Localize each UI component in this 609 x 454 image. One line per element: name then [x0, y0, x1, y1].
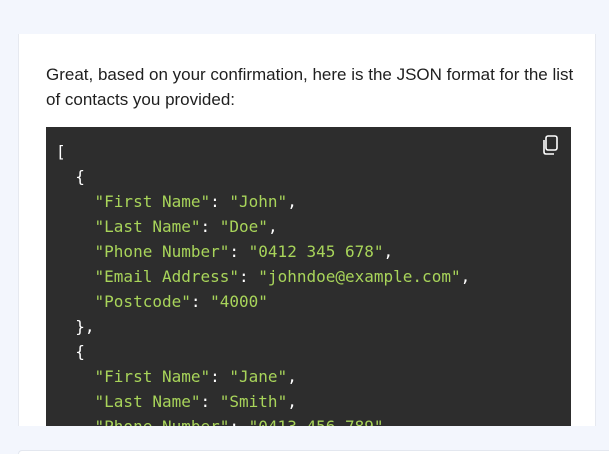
json-key: "Last Name": [94, 392, 201, 411]
json-punctuation: :: [200, 217, 220, 236]
json-punctuation: :: [229, 242, 249, 261]
json-punctuation: ,: [287, 367, 297, 386]
json-punctuation: [56, 417, 95, 426]
json-punctuation: :: [190, 292, 211, 311]
json-punctuation: [56, 192, 95, 211]
json-punctuation: [56, 392, 95, 411]
json-punctuation: ,: [267, 217, 278, 236]
json-punctuation: :: [210, 192, 230, 211]
message-intro-text: Great, based on your confirmation, here …: [46, 65, 574, 109]
json-punctuation: [56, 292, 95, 311]
json-punctuation: :: [200, 392, 220, 411]
code-content: [ { "First Name": "John", "Last Name": "…: [56, 139, 470, 426]
code-line: [: [56, 139, 470, 164]
json-key: "Phone Number": [94, 242, 230, 261]
assistant-message: Great, based on your confirmation, here …: [18, 34, 596, 426]
json-string: "0413 456 789": [249, 417, 384, 426]
json-key: "Email Address": [94, 267, 240, 286]
json-punctuation: {: [56, 342, 85, 361]
code-line: "Email Address": "johndoe@example.com",: [56, 264, 471, 289]
code-line: "Phone Number": "0413 456 789",: [56, 414, 470, 426]
json-punctuation: ,: [460, 267, 471, 286]
json-key: "Phone Number": [95, 417, 230, 426]
json-key: "First Name": [94, 192, 211, 211]
json-punctuation: [56, 267, 95, 286]
json-punctuation: :: [239, 267, 259, 286]
json-punctuation: [56, 217, 95, 236]
code-line: "Last Name": "Doe",: [56, 214, 470, 239]
code-line: {: [56, 339, 470, 364]
json-punctuation: [56, 367, 95, 386]
json-string: "Doe": [219, 217, 268, 236]
json-string: "John": [229, 192, 288, 211]
json-code-block: [ { "First Name": "John", "Last Name": "…: [46, 127, 571, 426]
json-string: "Jane": [229, 367, 288, 386]
code-line: "Postcode": "4000": [56, 289, 470, 314]
code-line: "Last Name": "Smith",: [56, 389, 470, 414]
json-punctuation: },: [56, 317, 95, 336]
json-punctuation: ,: [287, 392, 297, 411]
code-line: "First Name": "John",: [56, 189, 470, 214]
chat-page: Great, based on your confirmation, here …: [0, 0, 609, 454]
json-punctuation: {: [56, 167, 85, 186]
json-key: "First Name": [94, 367, 211, 386]
chat-input-box[interactable]: [18, 450, 609, 454]
json-key: "Last Name": [94, 217, 201, 236]
json-string: "johndoe@example.com": [258, 267, 461, 286]
code-line: },: [56, 314, 470, 339]
copy-code-button[interactable]: [539, 133, 563, 157]
code-line: "Phone Number": "0412 345 678",: [56, 239, 470, 264]
chat-input-area: [0, 426, 609, 454]
json-punctuation: :: [210, 367, 230, 386]
json-string: "4000": [210, 292, 268, 311]
json-string: "Smith": [219, 392, 288, 411]
copy-icon: [539, 133, 563, 157]
json-punctuation: [: [56, 142, 66, 161]
json-punctuation: ,: [287, 192, 297, 211]
json-punctuation: ,: [384, 417, 394, 426]
code-line: {: [56, 164, 470, 189]
json-string: "0412 345 678": [248, 242, 384, 261]
json-key: "Postcode": [94, 292, 191, 311]
json-punctuation: ,: [383, 242, 394, 261]
json-punctuation: :: [229, 417, 248, 426]
json-punctuation: [56, 242, 95, 261]
code-line: "First Name": "Jane",: [56, 364, 470, 389]
